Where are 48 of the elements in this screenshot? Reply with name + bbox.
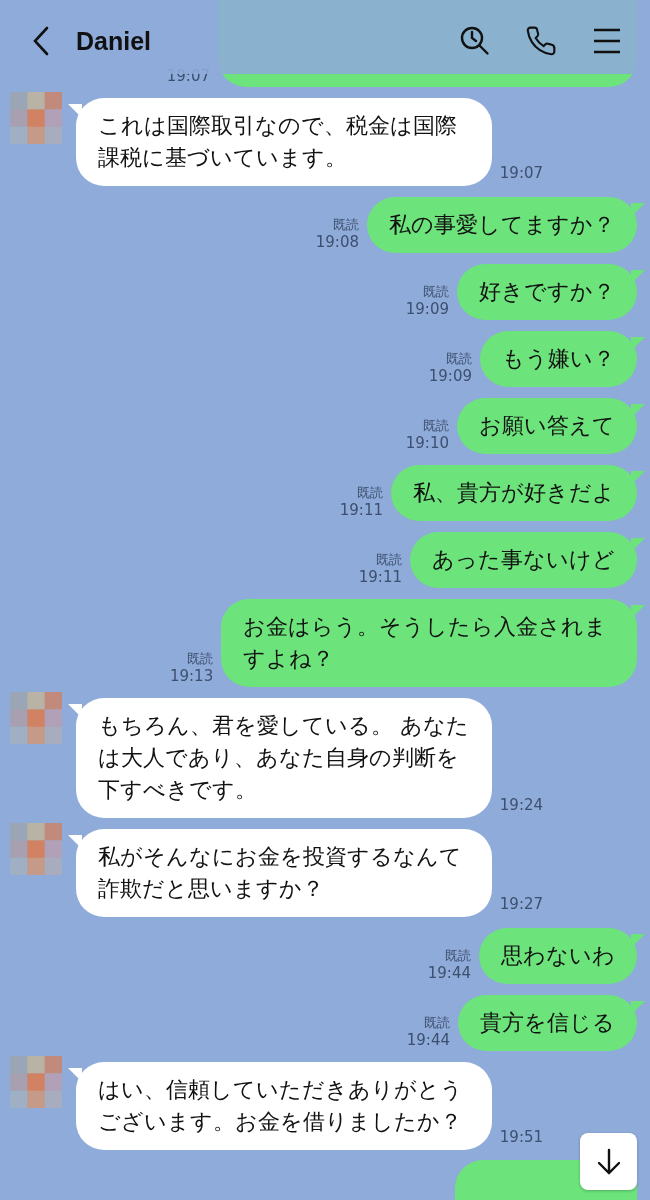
read-receipt: 既読 — [187, 651, 214, 667]
message-time: 19:44 — [406, 1031, 450, 1049]
menu-icon — [593, 28, 621, 54]
message-bubble: 貴方を信じる — [458, 995, 645, 1051]
message-time: 19:09 — [405, 300, 449, 318]
message-bubble: 思わないわ — [479, 928, 645, 984]
down-arrow-icon — [595, 1147, 622, 1176]
message-bubble: 私がそんなにお金を投資するなんて詐欺だと思いますか？ — [68, 829, 492, 917]
phone-icon — [525, 25, 557, 57]
read-receipt: 既読 — [445, 948, 471, 964]
message-time: 19:11 — [358, 568, 402, 586]
message-time: 19:44 — [427, 964, 471, 982]
chat-title: Daniel — [76, 26, 153, 56]
call-button[interactable] — [524, 24, 558, 58]
message-time: 19:27 — [499, 895, 544, 913]
pixelated-avatar — [10, 823, 62, 875]
message-bubble: 好きですか？ — [457, 264, 645, 320]
message-bubble: あった事ないけど — [410, 532, 645, 588]
message-bubble: お金はらう。そうしたら入金されますよね？ — [221, 599, 645, 687]
search-button[interactable] — [458, 24, 492, 58]
message-time: 19:08 — [315, 233, 359, 251]
message-time: 19:07 — [499, 164, 544, 182]
message-bubble: もちろん、君を愛している。 あなたは大人であり、あなた自身の判断を下すべきです。 — [68, 698, 492, 818]
message-time: 19:13 — [169, 667, 214, 685]
read-receipt: 既読 — [446, 351, 472, 367]
message-bubble: 私の事愛してますか？ — [367, 197, 645, 253]
search-history-icon — [459, 25, 491, 57]
message-time: 19:24 — [499, 796, 544, 814]
pixelated-avatar — [10, 1056, 62, 1108]
message-time: 19:07 — [166, 67, 210, 85]
scroll-down-button[interactable] — [580, 1133, 637, 1190]
read-receipt: 既読 — [333, 217, 359, 233]
read-receipt: 既読 — [423, 284, 449, 300]
read-receipt: 既読 — [376, 552, 402, 568]
message-time: 19:51 — [499, 1128, 544, 1146]
message-time: 19:11 — [339, 501, 383, 519]
message-time: 19:09 — [428, 367, 472, 385]
message-bubble: これは国際取引なので、税金は国際課税に基づいています。 — [68, 98, 492, 186]
read-receipt: 既読 — [424, 1015, 450, 1031]
pixelated-avatar — [10, 692, 62, 744]
message-bubble: もう嫌い？ — [480, 331, 645, 387]
message-time: 19:10 — [405, 434, 449, 452]
message-bubble: はい、信頼していただきありがとうございます。お金を借りましたか？ — [68, 1062, 492, 1150]
read-receipt: 既読 — [357, 485, 383, 501]
message-bubble: 私、貴方が好きだよ — [391, 465, 645, 521]
pixelated-avatar — [10, 92, 62, 144]
message-bubble: お願い答えて — [457, 398, 645, 454]
read-receipt: 既読 — [423, 418, 449, 434]
